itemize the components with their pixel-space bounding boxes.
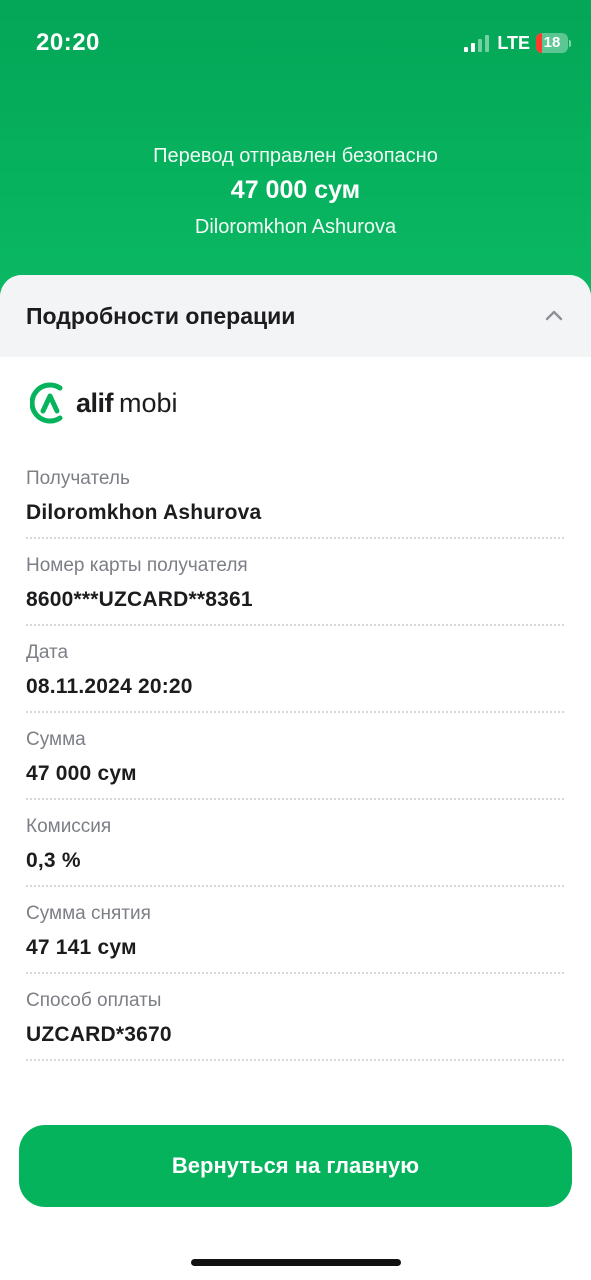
status-time: 20:20 [36,29,100,56]
alif-mobi-logo: alif mobi [30,380,178,426]
signal-icon [464,34,490,52]
detail-label: Дата [26,642,69,663]
detail-value: 8600***UZCARD**8361 [26,588,253,611]
transfer-amount: 47 000 сум [230,176,361,204]
detail-value: Diloromkhon Ashurova [26,501,262,524]
detail-value: 08.11.2024 20:20 [26,675,193,698]
dotted-divider [26,1059,564,1061]
detail-row-debit-amount: Сумма снятия 47 141 сум [26,890,564,977]
dotted-divider [26,711,564,713]
chevron-up-icon[interactable] [543,305,565,327]
dotted-divider [26,798,564,800]
detail-row-recipient: Получатель Diloromkhon Ashurova [26,455,564,542]
status-indicators: LTE 18 [464,32,571,54]
detail-label: Номер карты получателя [26,555,248,576]
details-toggle[interactable]: Подробности операции [0,275,591,357]
transfer-status-text: Перевод отправлен безопасно [153,145,438,167]
detail-row-date: Дата 08.11.2024 20:20 [26,629,564,716]
dotted-divider [26,624,564,626]
logo-brand-text: alif [76,387,114,418]
dotted-divider [26,537,564,539]
detail-value: 47 000 сум [26,762,137,785]
detail-label: Комиссия [26,816,112,837]
battery-tip [569,39,571,47]
battery-level: 18 [543,34,561,51]
transfer-recipient: Diloromkhon Ashurova [194,216,397,238]
detail-label: Способ оплаты [26,990,162,1011]
detail-value: 47 141 сум [26,936,137,959]
detail-label: Сумма снятия [26,903,151,924]
detail-row-payment-method: Способ оплаты UZCARD*3670 [26,977,564,1064]
battery-icon: 18 [536,33,568,53]
detail-value: UZCARD*3670 [26,1023,172,1046]
network-type: LTE [497,32,530,53]
alif-logo-icon [30,382,63,424]
detail-value: 0,3 % [26,849,81,872]
detail-row-amount: Сумма 47 000 сум [26,716,564,803]
logo-product-text: mobi [119,387,178,418]
detail-label: Получатель [26,468,130,489]
detail-label: Сумма [26,729,86,750]
details-list: Получатель Diloromkhon Ashurova Номер ка… [26,455,564,1064]
success-header: 20:20 LTE 18 Перевод отправлен безопасно… [0,0,591,300]
detail-row-commission: Комиссия 0,3 % [26,803,564,890]
dotted-divider [26,972,564,974]
details-title: Подробности операции [26,303,296,329]
detail-row-card-number: Номер карты получателя 8600***UZCARD**83… [26,542,564,629]
home-indicator[interactable] [191,1259,401,1266]
back-to-home-button[interactable]: Вернуться на главную [19,1125,572,1207]
dotted-divider [26,885,564,887]
